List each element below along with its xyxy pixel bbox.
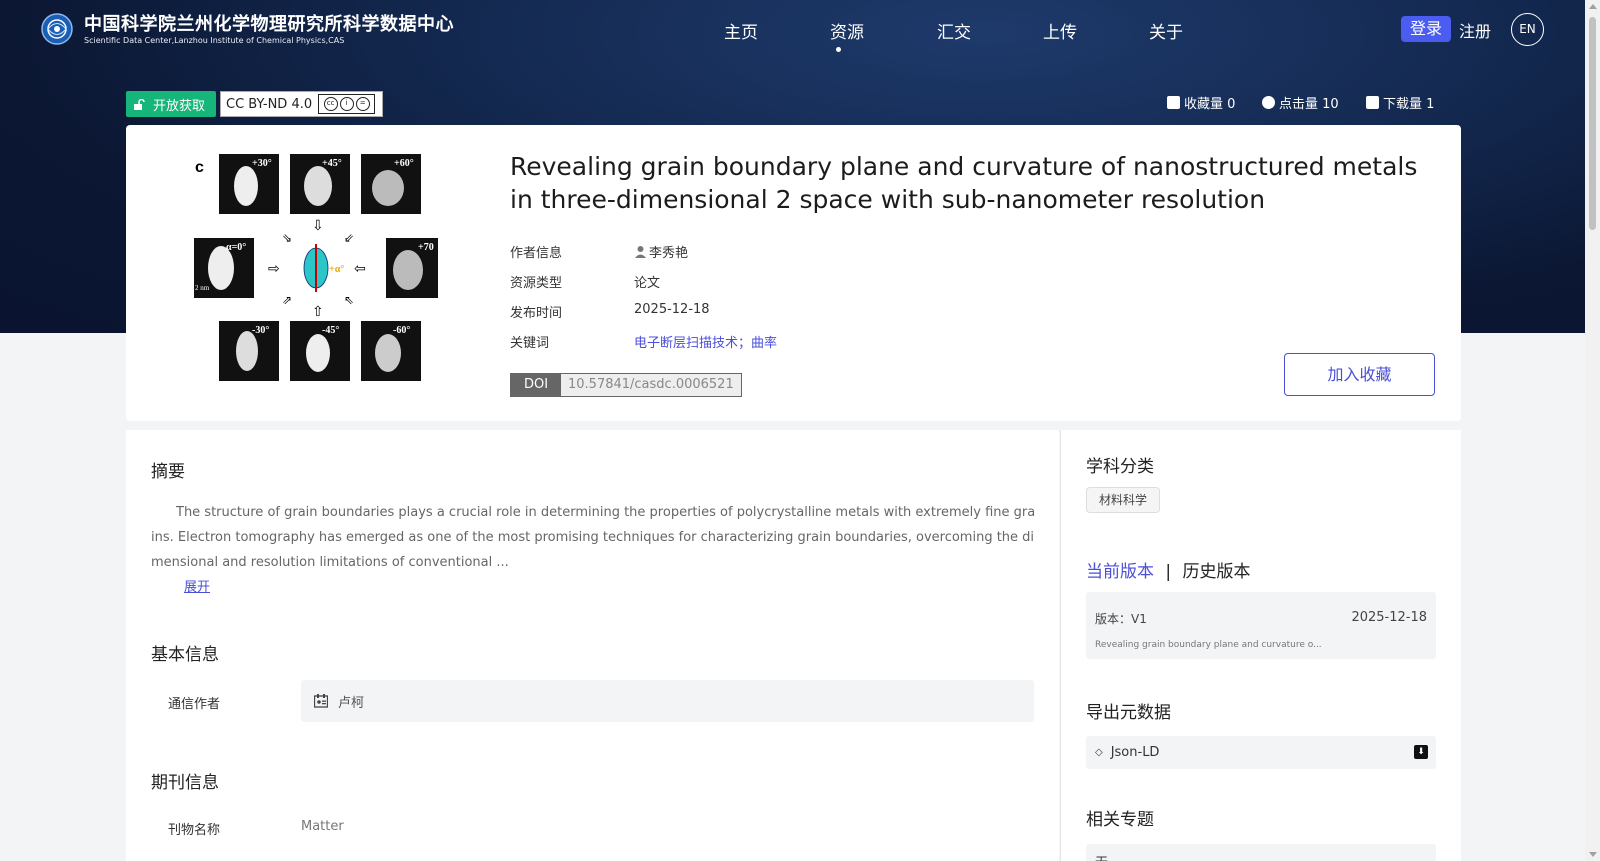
svg-text:+45°: +45° xyxy=(322,158,342,169)
favorites-stat: 收藏量 0 xyxy=(1167,93,1235,112)
cc-license-icon: cc i = xyxy=(318,94,376,114)
doi-label: DOI xyxy=(511,374,561,396)
export-format-label: Json-LD xyxy=(1110,745,1160,760)
svg-text:⇖: ⇖ xyxy=(344,293,354,307)
language-switch-button[interactable]: EN xyxy=(1511,13,1544,46)
journal-info-heading: 期刊信息 xyxy=(151,773,219,793)
svg-text:⇧: ⇧ xyxy=(312,304,324,320)
svg-text:+60°: +60° xyxy=(394,158,414,169)
unlock-icon xyxy=(134,98,145,110)
version-card[interactable]: 版本：V1 2025-12-18 Revealing grain boundar… xyxy=(1086,592,1436,659)
nav-resources[interactable]: 资源 xyxy=(830,18,864,43)
license-label: CC BY-ND 4.0 xyxy=(226,96,313,112)
nav-active-indicator xyxy=(836,47,841,52)
keywords-label: 关键词 xyxy=(510,336,550,351)
scroll-down-arrow-icon[interactable] xyxy=(1589,852,1597,857)
download-icon xyxy=(1366,96,1379,109)
version-date: 2025-12-18 xyxy=(1351,610,1427,625)
subject-tag[interactable]: 材料科学 xyxy=(1086,487,1161,513)
favorites-count: 收藏量 0 xyxy=(1184,97,1236,112)
svg-text:α=0°: α=0° xyxy=(226,242,246,253)
svg-text:⇩: ⇩ xyxy=(312,218,324,234)
subject-heading: 学科分类 xyxy=(1086,457,1154,477)
type-value: 论文 xyxy=(634,276,661,291)
export-heading: 导出元数据 xyxy=(1086,703,1171,723)
login-button[interactable]: 登录 xyxy=(1401,16,1451,42)
keywords-value[interactable]: 电子断层扫描技术；曲率 xyxy=(634,332,777,351)
detail-panel: 摘要 The structure of grain boundaries pla… xyxy=(126,430,1059,861)
corresponding-author-label: 通信作者 xyxy=(168,697,221,712)
svg-text:-60°: -60° xyxy=(393,325,410,336)
svg-text:+α°: +α° xyxy=(329,264,344,275)
tab-current-version[interactable]: 当前版本 xyxy=(1086,562,1154,582)
author-name[interactable]: 李秀艳 xyxy=(649,242,688,261)
contact-card-icon xyxy=(314,694,328,708)
type-label: 资源类型 xyxy=(510,276,563,291)
resource-card: c +30° +45° +60° α=0° 2 nm +70 +α° ⇩ ⇧ ⇨… xyxy=(126,125,1461,421)
svg-text:-30°: -30° xyxy=(252,325,269,336)
nav-upload[interactable]: 上传 xyxy=(1043,18,1077,43)
author-label: 作者信息 xyxy=(510,246,563,261)
add-favorite-button[interactable]: 加入收藏 xyxy=(1284,353,1435,396)
doi-value: 10.57841/casdc.0006521 xyxy=(561,374,741,396)
svg-text:+30°: +30° xyxy=(252,158,272,169)
resource-thumbnail[interactable]: c +30° +45° +60° α=0° 2 nm +70 +α° ⇩ ⇧ ⇨… xyxy=(186,150,446,400)
download-icon[interactable]: ⬇ xyxy=(1414,745,1428,759)
nav-about[interactable]: 关于 xyxy=(1149,18,1183,43)
basic-info-heading: 基本信息 xyxy=(151,645,219,665)
corresponding-author-value: 卢柯 xyxy=(338,695,365,711)
open-access-label: 开放获取 xyxy=(153,98,206,114)
corresponding-author-field: 卢柯 xyxy=(301,680,1034,722)
bookmark-icon xyxy=(1167,96,1180,109)
nav-home[interactable]: 主页 xyxy=(724,18,758,43)
top-header: 中国科学院兰州化学物理研究所科学数据中心 Scientific Data Cen… xyxy=(0,0,1585,60)
version-summary: Revealing grain boundary plane and curva… xyxy=(1095,640,1322,650)
cas-logo-icon[interactable] xyxy=(40,12,74,46)
version-tab-separator: | xyxy=(1165,562,1172,582)
page-scrollbar[interactable] xyxy=(1585,0,1600,861)
journal-name-value: Matter xyxy=(301,819,344,834)
export-format-row[interactable]: ◇ Json-LD ⬇ xyxy=(1086,736,1436,769)
site-name[interactable]: 中国科学院兰州化学物理研究所科学数据中心 xyxy=(84,10,454,36)
svg-text:-45°: -45° xyxy=(322,325,339,336)
nav-submit[interactable]: 汇交 xyxy=(937,18,971,43)
downloads-stat: 下载量 1 xyxy=(1366,93,1434,112)
version-label: 版本：V1 xyxy=(1095,612,1147,626)
sidebar-panel: 学科分类 材料科学 当前版本 | 历史版本 版本：V1 2025-12-18 R… xyxy=(1060,430,1461,861)
downloads-count: 下载量 1 xyxy=(1383,97,1435,112)
resource-title: Revealing grain boundary plane and curva… xyxy=(510,152,1418,214)
diamond-icon: ◇ xyxy=(1095,747,1103,758)
svg-text:⇘: ⇘ xyxy=(282,231,292,245)
svg-text:⇦: ⇦ xyxy=(354,261,366,277)
svg-text:⇨: ⇨ xyxy=(268,261,280,277)
register-link[interactable]: 注册 xyxy=(1459,18,1491,42)
related-heading: 相关专题 xyxy=(1086,810,1154,830)
site-subtitle: Scientific Data Center,Lanzhou Institute… xyxy=(84,36,345,45)
eye-icon xyxy=(1262,96,1275,109)
doi-badge[interactable]: DOI 10.57841/casdc.0006521 xyxy=(510,373,742,397)
views-count: 点击量 10 xyxy=(1279,97,1339,112)
user-icon xyxy=(635,246,646,258)
version-tabs: 当前版本 | 历史版本 xyxy=(1086,557,1251,582)
tab-history-version[interactable]: 历史版本 xyxy=(1183,562,1251,582)
date-label: 发布时间 xyxy=(510,306,563,321)
abstract-text: The structure of grain boundaries plays … xyxy=(151,505,1036,570)
expand-link[interactable]: 展开 xyxy=(184,576,210,595)
date-value: 2025-12-18 xyxy=(634,302,710,317)
svg-text:2 nm: 2 nm xyxy=(195,284,210,292)
svg-text:⇙: ⇙ xyxy=(344,231,354,245)
scroll-up-arrow-icon[interactable] xyxy=(1589,4,1597,9)
abstract-heading: 摘要 xyxy=(151,462,185,482)
views-stat: 点击量 10 xyxy=(1262,93,1339,112)
license-badge[interactable]: CC BY-ND 4.0 cc i = xyxy=(220,91,383,117)
figure-panel-label: c xyxy=(195,159,204,176)
author-value: 李秀艳 xyxy=(634,242,688,261)
svg-text:⇗: ⇗ xyxy=(282,293,292,307)
related-topics-box: 无 xyxy=(1086,844,1436,861)
journal-name-label: 刊物名称 xyxy=(168,823,221,838)
svg-text:+70: +70 xyxy=(418,242,434,253)
scrollbar-thumb[interactable] xyxy=(1589,17,1596,230)
open-access-badge: 开放获取 xyxy=(126,91,216,117)
